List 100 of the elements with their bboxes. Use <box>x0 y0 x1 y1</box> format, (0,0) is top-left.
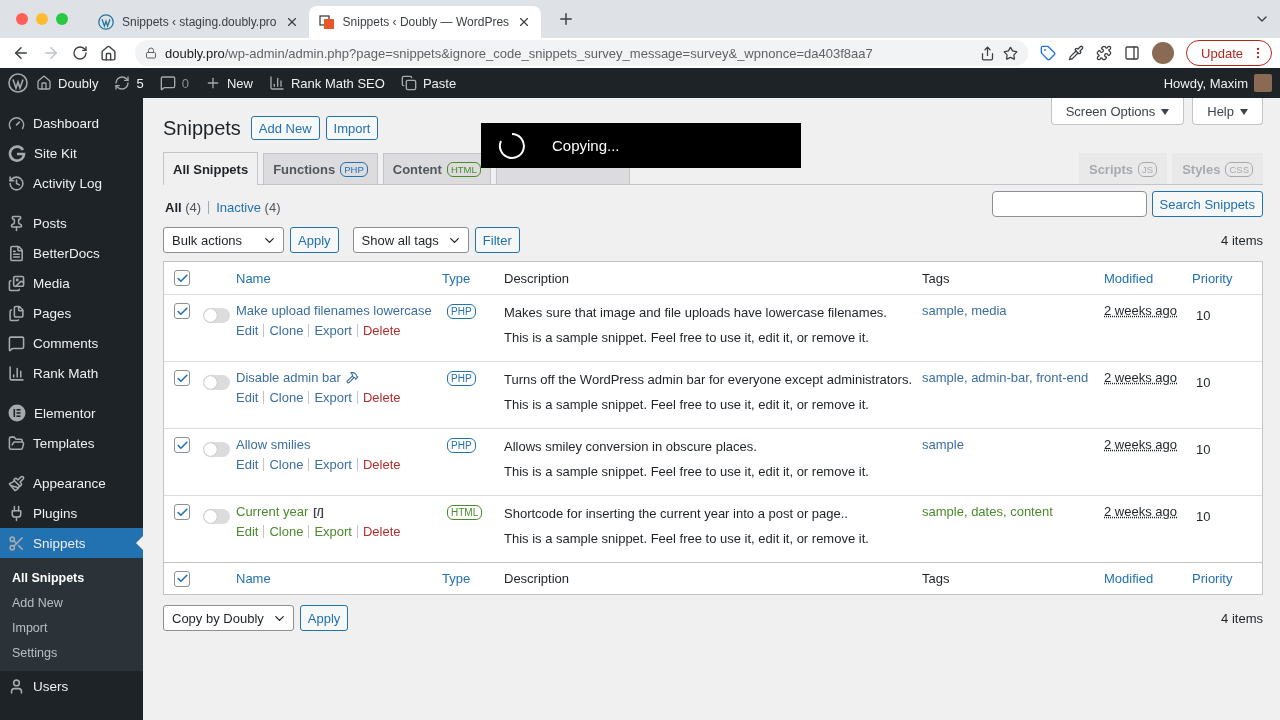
tags-text[interactable]: sample, dates, content <box>922 504 1053 519</box>
apply-button[interactable]: Apply <box>299 605 349 631</box>
menu-item[interactable]: Dashboard <box>0 108 143 138</box>
extensions-icon[interactable] <box>1096 45 1113 61</box>
toggle-switch[interactable] <box>203 509 230 524</box>
back-icon[interactable] <box>12 44 30 62</box>
row-action-link[interactable]: Clone <box>263 324 309 337</box>
row-action-link[interactable]: Edit <box>236 324 264 337</box>
tab[interactable]: All Snippets <box>163 152 259 185</box>
tags-text[interactable]: sample, admin-bar, front-end <box>922 370 1089 385</box>
menu-item[interactable]: Appearance <box>0 468 143 498</box>
search-button[interactable]: Search Snippets <box>1151 191 1263 217</box>
star-icon[interactable] <box>1003 45 1019 61</box>
screen-meta-button[interactable]: Help <box>1192 98 1263 125</box>
tags-text[interactable]: sample <box>922 437 964 452</box>
browser-tab[interactable]: Snippets ‹ Doubly — WordPres <box>308 6 542 38</box>
snippet-name[interactable]: Allow smilies <box>236 437 311 452</box>
greeting[interactable]: Howdy, Maxim <box>1163 75 1248 91</box>
snippet-name[interactable]: Disable admin bar <box>236 370 341 385</box>
menu-item[interactable]: Media <box>0 268 143 298</box>
menu-item[interactable]: Rank Math <box>0 358 143 388</box>
filter-link[interactable]: All (4) <box>163 201 209 214</box>
checkbox[interactable] <box>174 437 190 453</box>
tags-select[interactable]: Show all tags <box>352 227 469 253</box>
row-action-link[interactable]: Delete <box>356 525 406 538</box>
wordpress-logo-icon[interactable] <box>8 73 28 93</box>
menu-item[interactable]: Activity Log <box>0 168 143 198</box>
tab[interactable]: Content HTML <box>382 153 491 184</box>
row-action-link[interactable]: Clone <box>263 458 309 471</box>
menu-item[interactable]: Pages <box>0 298 143 328</box>
menu-item[interactable]: Posts <box>0 208 143 238</box>
menu-item[interactable]: Plugins <box>0 498 143 528</box>
address-bar[interactable]: doubly.pro/wp-admin/admin.php?page=snippets&ignore_code_snippets_survey_message=survey&_wpnonce=da403f8aa7 <box>135 40 1029 66</box>
side-panel-icon[interactable] <box>1124 45 1141 61</box>
filter-button[interactable]: Filter <box>474 227 520 253</box>
column-header[interactable]: Modified <box>1104 571 1192 586</box>
tab[interactable]: Functions PHP <box>263 153 378 184</box>
menu-item[interactable]: Snippets <box>0 528 143 558</box>
checkbox[interactable] <box>174 270 190 286</box>
admin-bar-item[interactable]: New <box>196 75 261 91</box>
menu-item[interactable]: Site Kit <box>0 138 143 168</box>
row-action-link[interactable]: Export <box>308 458 357 471</box>
browser-tab[interactable]: Snippets ‹ staging.doubly.pro <box>88 6 309 38</box>
row-action-link[interactable]: Export <box>308 324 357 337</box>
title-button[interactable]: Import <box>325 116 379 140</box>
title-button[interactable]: Add New <box>250 116 320 140</box>
row-action-link[interactable]: Edit <box>236 525 264 538</box>
column-header[interactable]: Priority <box>1192 270 1262 286</box>
reload-icon[interactable] <box>72 45 88 61</box>
column-header[interactable]: Modified <box>1104 270 1192 286</box>
tags-text[interactable]: sample, media <box>922 303 1007 318</box>
bulk-actions-select[interactable]: Copy by Doubly <box>163 605 294 631</box>
checkbox[interactable] <box>174 370 190 386</box>
search-field[interactable] <box>991 191 1147 217</box>
snippet-name[interactable]: Current year <box>236 504 309 519</box>
submenu-item[interactable]: Settings <box>0 640 143 665</box>
toggle-switch[interactable] <box>203 375 230 390</box>
share-icon[interactable] <box>980 45 996 61</box>
apply-button[interactable]: Apply <box>290 227 339 253</box>
menu-item[interactable]: Elementor <box>0 398 143 428</box>
row-action-link[interactable]: Clone <box>263 391 309 404</box>
row-action-link[interactable]: Edit <box>236 458 264 471</box>
checkbox[interactable] <box>174 303 190 319</box>
submenu-item[interactable]: Import <box>0 615 143 640</box>
row-action-link[interactable]: Clone <box>263 525 309 538</box>
column-header[interactable]: Name <box>236 270 442 286</box>
admin-bar-item[interactable]: 5 <box>106 75 152 91</box>
row-action-link[interactable]: Export <box>308 391 357 404</box>
snippet-name[interactable]: Make upload filenames lowercase <box>236 303 432 318</box>
column-header[interactable]: Name <box>236 571 442 586</box>
update-button[interactable]: Update <box>1186 40 1272 66</box>
column-header[interactable]: Type <box>442 270 504 286</box>
wordpress-logo-icon[interactable] <box>98 14 114 30</box>
checkbox[interactable] <box>174 504 190 520</box>
column-header[interactable]: Priority <box>1192 571 1262 586</box>
toggle-switch[interactable] <box>203 442 230 457</box>
row-action-link[interactable]: Delete <box>356 324 406 337</box>
bulk-actions-select[interactable]: Bulk actions <box>163 227 284 253</box>
row-action-link[interactable]: Edit <box>236 391 264 404</box>
profile-avatar[interactable] <box>1152 42 1175 64</box>
checkbox[interactable] <box>174 570 190 587</box>
screen-meta-button[interactable]: Screen Options <box>1050 98 1185 125</box>
admin-bar-item[interactable]: Rank Math SEO <box>260 75 393 91</box>
admin-bar-item[interactable]: Doubly <box>28 75 107 91</box>
admin-bar-item[interactable]: Paste <box>392 75 465 91</box>
toggle-switch[interactable] <box>203 308 230 323</box>
row-action-link[interactable]: Delete <box>356 458 406 471</box>
filter-link[interactable]: Inactive (4) <box>208 201 288 214</box>
submenu-item[interactable]: Add New <box>0 590 143 615</box>
home-icon[interactable] <box>100 44 117 62</box>
menu-item[interactable]: Templates <box>0 428 143 458</box>
column-header[interactable]: Type <box>442 571 504 586</box>
admin-bar-item[interactable]: 0 <box>151 75 197 91</box>
pipette-icon[interactable] <box>1068 45 1085 61</box>
menu-item[interactable]: Users <box>0 671 143 701</box>
row-action-link[interactable]: Export <box>308 525 357 538</box>
menu-item[interactable]: Comments <box>0 328 143 358</box>
tag-icon[interactable] <box>1040 45 1057 61</box>
submenu-item[interactable]: All Snippets <box>0 565 143 590</box>
menu-item[interactable]: BetterDocs <box>0 238 143 268</box>
